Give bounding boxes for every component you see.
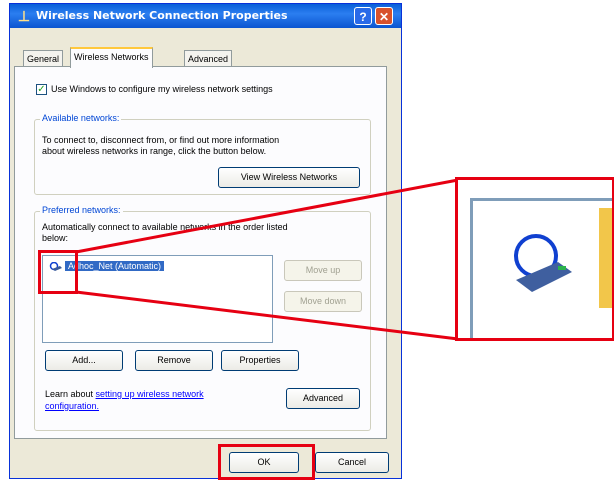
window-title: Wireless Network Connection Properties: [36, 9, 288, 22]
setting-up-link[interactable]: setting up wireless network: [96, 389, 204, 399]
close-icon[interactable]: ✕: [375, 7, 393, 25]
move-down-button[interactable]: Move down: [284, 291, 362, 312]
available-networks-text-2: about wireless networks in range, click …: [42, 146, 267, 156]
tab-general[interactable]: General: [23, 50, 64, 67]
cancel-button[interactable]: Cancel: [315, 452, 389, 473]
icon-highlight-box: [38, 250, 78, 294]
move-up-button[interactable]: Move up: [284, 260, 362, 281]
use-windows-checkbox[interactable]: ✓: [36, 84, 47, 95]
network-connection-icon: ⊥: [17, 8, 31, 24]
view-wireless-networks-button[interactable]: View Wireless Networks: [218, 167, 360, 188]
available-networks-text-1: To connect to, disconnect from, or find …: [42, 135, 280, 145]
preferred-networks-legend: Preferred networks:: [40, 205, 123, 215]
help-icon[interactable]: ?: [354, 7, 372, 25]
add-button[interactable]: Add...: [45, 350, 123, 371]
available-networks-legend: Available networks:: [40, 113, 122, 123]
checkmark-icon: ✓: [37, 84, 46, 95]
tab-wireless-networks[interactable]: Wireless Networks: [70, 47, 153, 68]
wireless-network-icon: [470, 198, 612, 338]
configuration-link[interactable]: configuration.: [45, 401, 99, 411]
remove-button[interactable]: Remove: [135, 350, 213, 371]
zoom-inset: [455, 177, 614, 341]
learn-about-text: Learn about setting up wireless network: [45, 389, 204, 399]
use-windows-label: Use Windows to configure my wireless net…: [51, 84, 273, 94]
tab-advanced[interactable]: Advanced: [184, 50, 233, 67]
preferred-networks-text-1: Automatically connect to available netwo…: [42, 222, 288, 232]
learn-about-prefix: Learn about: [45, 389, 96, 399]
advanced-button[interactable]: Advanced: [286, 388, 360, 409]
ok-highlight-box: [218, 444, 315, 480]
list-item-label: Adhoc_Net (Automatic): [65, 261, 165, 271]
preferred-networks-text-2: below:: [42, 233, 69, 243]
title-bar[interactable]: ⊥ Wireless Network Connection Properties…: [10, 4, 401, 28]
properties-button[interactable]: Properties: [221, 350, 299, 371]
